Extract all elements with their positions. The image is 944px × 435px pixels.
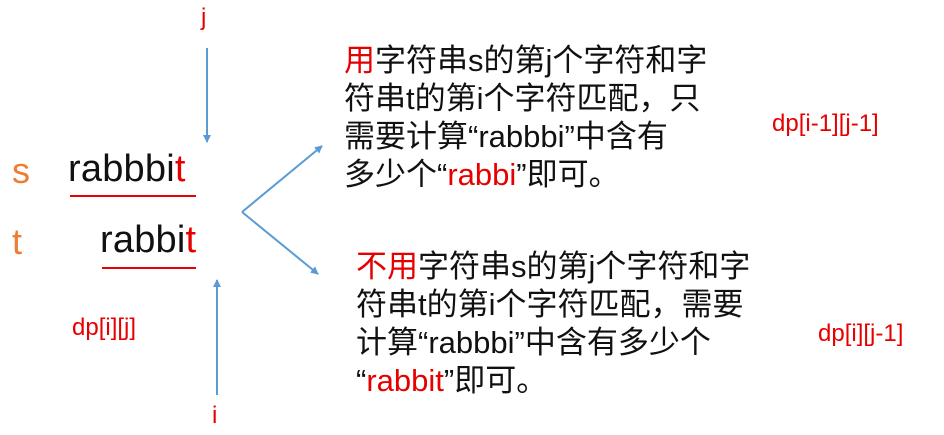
case-use-line3: 需要计算“rabbbi”中含有 [344, 119, 668, 154]
string-s-last-char: t [174, 148, 186, 190]
arrow-to-skip-case [241, 211, 319, 275]
string-t: rabbit [100, 219, 196, 262]
arrow-to-use-case [241, 145, 323, 213]
case-skip-target-string: rabbit [366, 363, 444, 398]
case-use-keyword: 用 [344, 43, 375, 78]
case-skip-line4-a: “ [356, 363, 367, 398]
case-use-description: 用字符串s的第j个字符和字 符串t的第i个字符匹配，只 需要计算“rabbbi”… [344, 42, 707, 194]
case-use-line4-c: ”即可。 [516, 157, 620, 192]
index-i-label: i [212, 402, 218, 429]
case-use-target-string: rabbi [447, 157, 517, 192]
string-s-prefix: rabbbi [68, 148, 175, 190]
case-use-line4-a: 多少个“ [344, 157, 448, 192]
dp-skip-label: dp[i][j-1] [818, 320, 904, 347]
case-skip-description: 不用字符串s的第j个字符和字 符串t的第i个字符匹配，需要 计算“rabbbi”… [356, 248, 750, 400]
case-skip-keyword: 不用 [356, 249, 418, 284]
case-skip-line4-c: ”即可。 [443, 363, 548, 398]
dp-current-label: dp[i][j] [72, 314, 137, 341]
string-s: rabbbit [68, 148, 186, 191]
case-skip-line2: 符串t的第i个字符匹配，需要 [356, 287, 744, 322]
string-t-prefix: rabbi [100, 219, 186, 261]
case-use-line1: 字符串s的第j个字符和字 [375, 43, 708, 78]
dp-use-label: dp[i-1][j-1] [772, 110, 879, 137]
case-skip-line1: 字符串s的第j个字符和字 [418, 249, 751, 284]
case-use-line2: 符串t的第i个字符匹配，只 [344, 81, 701, 116]
index-j-label: j [201, 4, 207, 31]
row-label-t: t [12, 221, 23, 262]
row-label-s: s [12, 150, 30, 191]
case-skip-line3: 计算“rabbbi”中含有多少个 [356, 325, 711, 360]
string-t-last-char: t [185, 219, 197, 261]
